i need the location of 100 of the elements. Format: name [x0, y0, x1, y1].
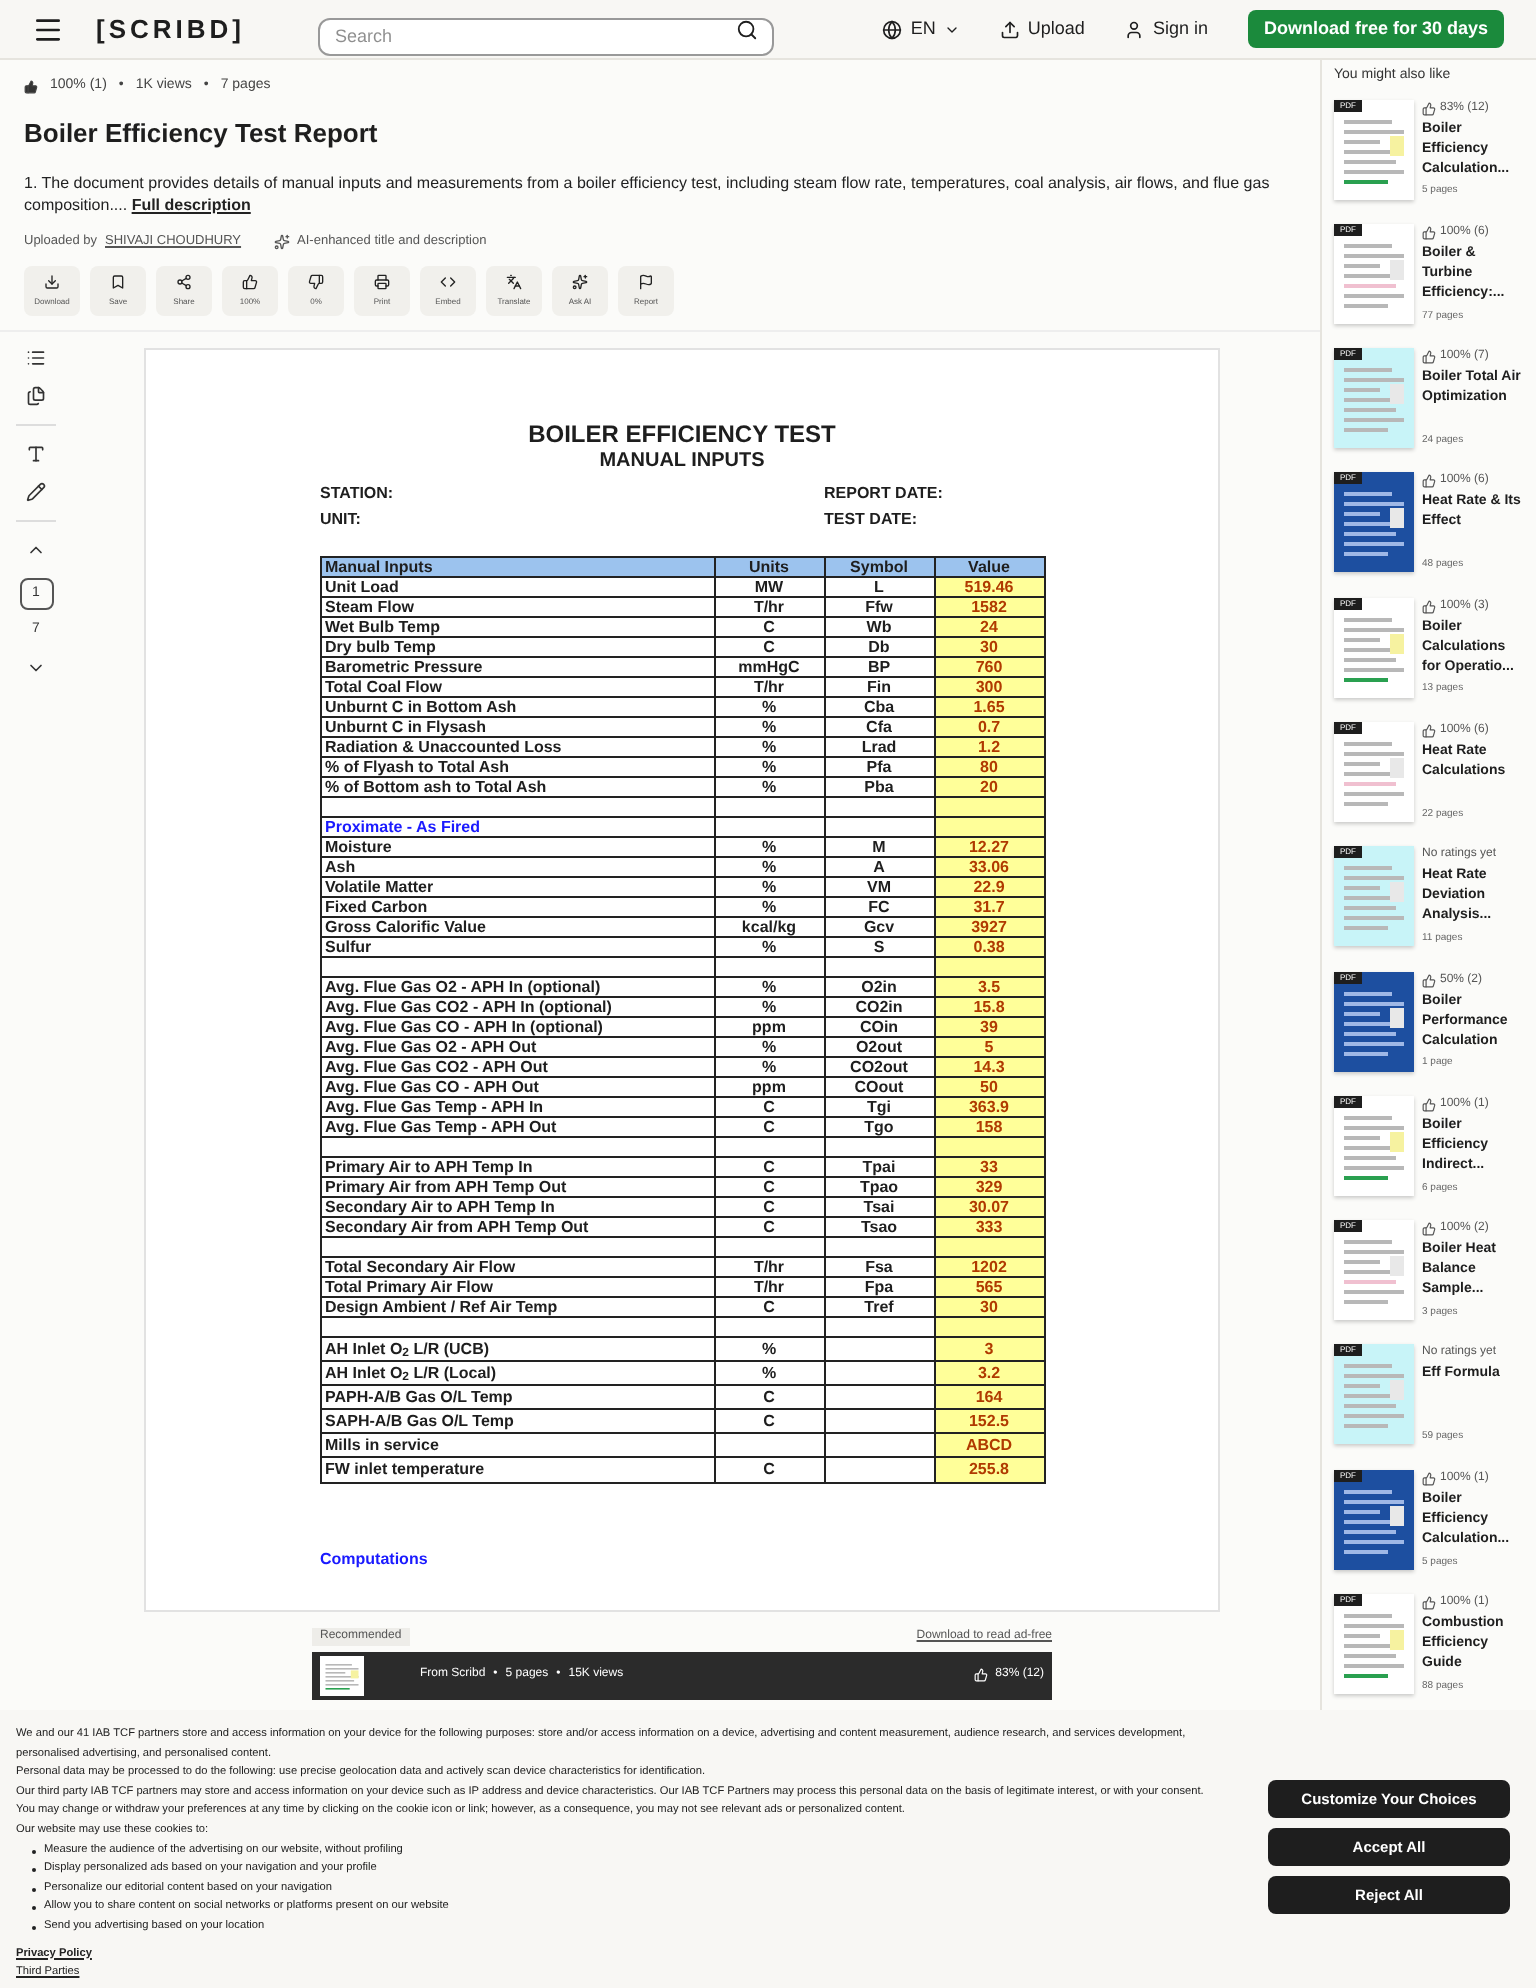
table-cell: Avg. Flue Gas CO2 - APH In (optional) — [321, 997, 715, 1016]
table-cell: Secondary Air to APH Temp In — [321, 1197, 715, 1216]
field-label: TEST DATE: — [824, 507, 920, 532]
table-cell: Steam Flow — [321, 597, 715, 616]
search-field[interactable]: Search — [317, 17, 773, 55]
translate-icon — [506, 273, 522, 290]
field-label: UNIT: — [320, 507, 363, 532]
table-cell: C — [715, 1177, 825, 1196]
table-cell: C — [715, 1297, 825, 1316]
table-cell: C — [715, 1097, 825, 1116]
value-cell: 255.8 — [935, 1457, 1043, 1482]
table-cell: PAPH-A/B Gas O/L Temp — [321, 1385, 715, 1408]
table-cell: C — [715, 1409, 825, 1432]
table-cell: % — [715, 937, 825, 956]
table-cell: % of Flyash to Total Ash — [321, 757, 715, 776]
menu-icon[interactable] — [32, 13, 64, 45]
table-cell: Proximate - As Fired — [321, 817, 715, 836]
save-icon — [110, 273, 126, 290]
table-cell: FW inlet temperature — [321, 1457, 715, 1482]
table-cell: T/hr — [715, 597, 825, 616]
pages-icon[interactable] — [26, 385, 46, 406]
table-cell: Avg. Flue Gas CO2 - APH Out — [321, 1057, 715, 1076]
page-subheading: MANUAL INPUTS — [599, 447, 765, 474]
table-cell: T/hr — [715, 677, 825, 696]
computations-heading: Computations — [320, 1549, 428, 1568]
table-cell: Dry bulb Temp — [321, 637, 715, 656]
table-cell: % — [715, 997, 825, 1016]
print-icon — [374, 273, 390, 290]
table-cell: Secondary Air from APH Temp Out — [321, 1217, 715, 1236]
table-cell: Avg. Flue Gas O2 - APH Out — [321, 1037, 715, 1056]
table-cell: % — [715, 857, 825, 876]
download-free-button[interactable]: Download free for 30 days — [1247, 10, 1504, 48]
document-title: Boiler Efficiency Test Report — [24, 115, 380, 152]
column-header: Manual Inputs — [321, 557, 715, 576]
table-cell: C — [715, 1457, 825, 1482]
sign-in-button[interactable]: Sign in — [1124, 15, 1208, 43]
table-cell: AH Inlet O$_{2}$ L/R (UCB) — [321, 1337, 715, 1360]
table-cell: % — [715, 1037, 825, 1056]
table-cell: Ash — [321, 857, 715, 876]
table-cell: Fixed Carbon — [321, 897, 715, 916]
table-cell: C — [715, 1157, 825, 1176]
upload-icon — [999, 19, 1020, 39]
table-cell: % — [715, 737, 825, 756]
table-cell: % — [715, 697, 825, 716]
table-cell: Avg. Flue Gas Temp - APH In — [321, 1097, 715, 1116]
pencil-icon[interactable] — [26, 481, 46, 502]
table-cell: Mills in service — [321, 1433, 715, 1456]
field-label: STATION: — [320, 481, 396, 506]
search-icon[interactable] — [735, 18, 757, 40]
table-cell: Barometric Pressure — [321, 657, 715, 676]
table-cell: C — [715, 1117, 825, 1136]
table-cell: % — [715, 1337, 825, 1360]
description-text: 1. The document provides details of manual inputs and measurements from a boiler efficiency test, including steam flow rate, temperatures, coal analysis, air flows, and flue gas composition.... Full description — [24, 172, 1272, 216]
outline-icon[interactable] — [26, 347, 46, 368]
table-cell: % — [715, 1057, 825, 1076]
field-label: REPORT DATE: — [824, 481, 945, 506]
upload-button[interactable]: Upload — [999, 15, 1085, 43]
text-icon[interactable] — [26, 443, 46, 464]
table-cell: % — [715, 837, 825, 856]
table-cell: ppm — [715, 1077, 825, 1096]
table-cell: C — [715, 617, 825, 636]
table-cell: Unburnt C in Bottom Ash — [321, 697, 715, 716]
table-cell: Moisture — [321, 837, 715, 856]
like-icon — [242, 273, 258, 290]
table-cell: Total Secondary Air Flow — [321, 1257, 715, 1276]
dislike-icon — [308, 273, 324, 290]
table-cell: Avg. Flue Gas CO - APH Out — [321, 1077, 715, 1096]
table-cell: Radiation & Unaccounted Loss — [321, 737, 715, 756]
table-cell: % — [715, 757, 825, 776]
download-icon — [44, 273, 60, 290]
column-header: Units — [715, 557, 825, 576]
table-cell: % — [715, 877, 825, 896]
table-cell: Avg. Flue Gas O2 - APH In (optional) — [321, 977, 715, 996]
table-cell: AH Inlet O$_{2}$ L/R (Local) — [321, 1361, 715, 1384]
table-cell: kcal/kg — [715, 917, 825, 936]
ai-icon — [572, 273, 588, 290]
table-cell: % — [715, 717, 825, 736]
table-cell: Primary Air to APH Temp In — [321, 1157, 715, 1176]
table-cell: T/hr — [715, 1257, 825, 1276]
full-description-link[interactable]: Full description — [131, 196, 251, 214]
column-header: Value — [966, 557, 1012, 576]
table-cell: % — [715, 1361, 825, 1384]
table-cell: ppm — [715, 1017, 825, 1036]
table-cell: Avg. Flue Gas CO - APH In (optional) — [321, 1017, 715, 1036]
logo[interactable]: [SCRIBD] — [96, 9, 245, 49]
table-cell: % — [715, 897, 825, 916]
thumbs-up-icon — [24, 79, 38, 94]
table-cell: C — [715, 637, 825, 656]
table-cell: Wet Bulb Temp — [321, 617, 715, 636]
table-cell: Sulfur — [321, 937, 715, 956]
table-cell: % — [715, 977, 825, 996]
table-cell: Primary Air from APH Temp Out — [321, 1177, 715, 1196]
table-cell: Unburnt C in Flysash — [321, 717, 715, 736]
table-cell: MW — [715, 577, 825, 596]
globe-icon — [882, 19, 903, 39]
language-button[interactable]: EN — [882, 15, 960, 43]
thumbs-up-icon — [973, 1668, 988, 1683]
user-icon — [1124, 19, 1145, 39]
table-cell: Total Primary Air Flow — [321, 1277, 715, 1296]
column-header: Symbol — [825, 557, 935, 576]
